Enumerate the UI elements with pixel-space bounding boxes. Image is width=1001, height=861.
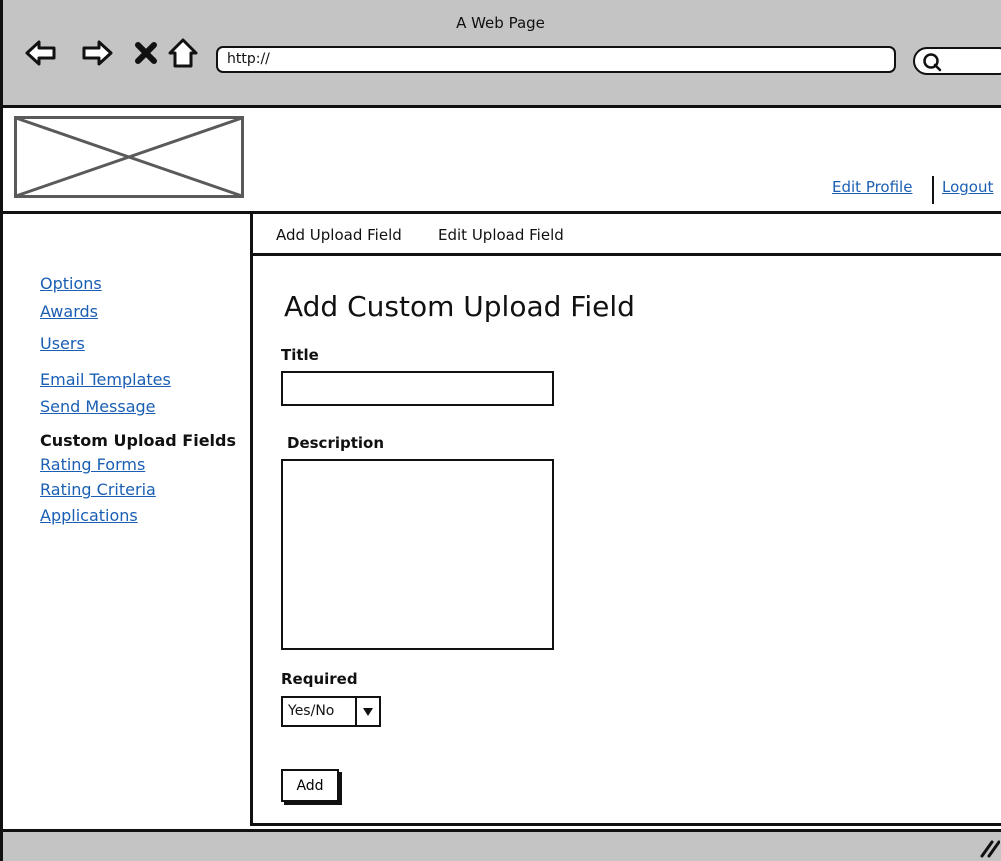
dropdown-toggle[interactable]	[355, 698, 379, 725]
window-title: A Web Page	[456, 14, 545, 32]
forward-arrow-icon[interactable]	[80, 36, 114, 70]
image-placeholder-icon	[14, 116, 244, 198]
logout-link[interactable]: Logout	[942, 178, 993, 196]
tab-add-upload-field[interactable]: Add Upload Field	[276, 226, 402, 244]
sidebar-item-rating-criteria[interactable]: Rating Criteria	[40, 480, 156, 499]
required-label: Required	[281, 670, 358, 688]
home-icon[interactable]	[166, 36, 200, 70]
sidebar-item-email-templates[interactable]: Email Templates	[40, 370, 171, 389]
sidebar-item-applications[interactable]: Applications	[40, 506, 138, 525]
description-textarea[interactable]	[281, 459, 554, 650]
triangle-down-icon	[363, 707, 373, 716]
add-button[interactable]: Add	[281, 769, 339, 802]
url-input[interactable]: http://	[216, 46, 896, 73]
resize-grip-icon[interactable]	[976, 836, 1000, 858]
required-select[interactable]: Yes/No	[281, 696, 381, 727]
title-input[interactable]	[281, 371, 554, 406]
sidebar-item-custom-upload-fields[interactable]: Custom Upload Fields	[40, 431, 236, 450]
sidebar-item-users[interactable]: Users	[40, 334, 85, 353]
sidebar-item-awards[interactable]: Awards	[40, 302, 98, 321]
description-label: Description	[287, 434, 385, 452]
required-selected-value: Yes/No	[288, 703, 335, 719]
page-title: Add Custom Upload Field	[284, 290, 635, 323]
back-arrow-icon[interactable]	[24, 36, 58, 70]
search-icon	[923, 53, 942, 72]
tab-edit-upload-field[interactable]: Edit Upload Field	[438, 226, 564, 244]
stop-icon[interactable]	[130, 36, 164, 70]
title-label: Title	[281, 346, 319, 364]
header-link-divider	[932, 176, 934, 204]
sidebar-item-send-message[interactable]: Send Message	[40, 397, 156, 416]
status-bar	[0, 829, 1001, 861]
sidebar-item-options[interactable]: Options	[40, 274, 102, 293]
edit-profile-link[interactable]: Edit Profile	[832, 178, 912, 196]
sidebar-item-rating-forms[interactable]: Rating Forms	[40, 455, 145, 474]
